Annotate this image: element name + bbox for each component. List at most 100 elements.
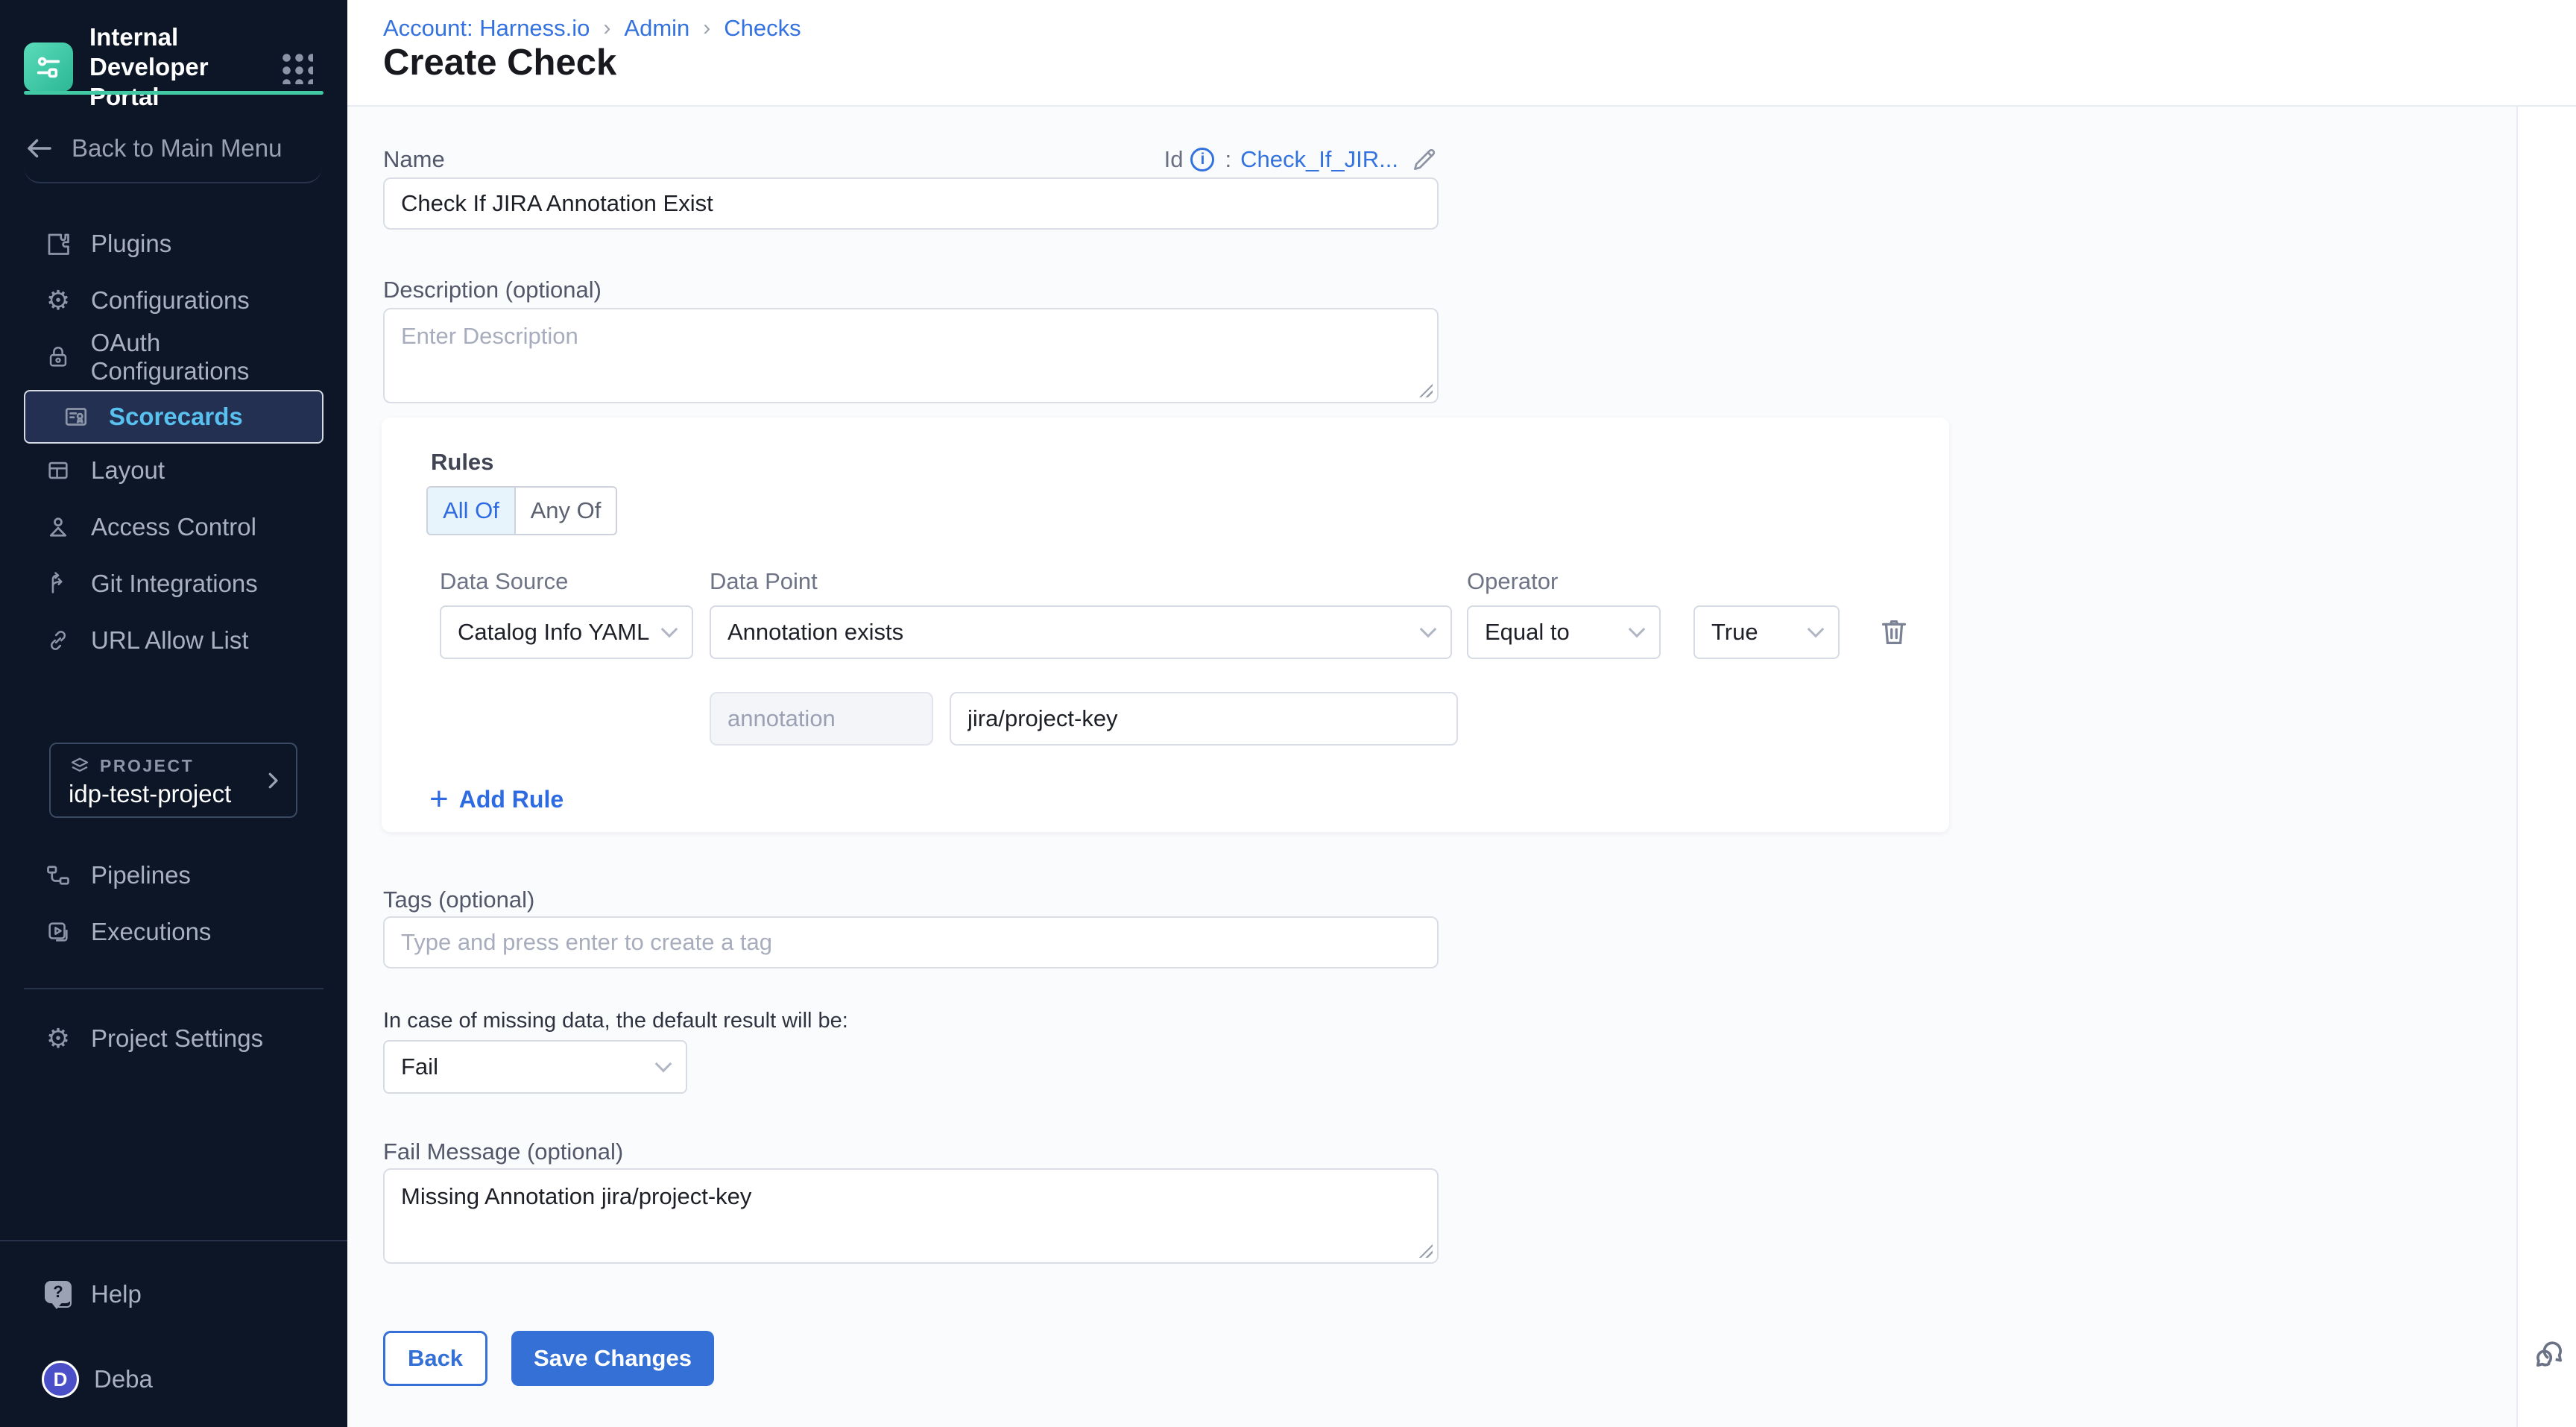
data-point-label: Data Point <box>710 568 818 595</box>
arrow-left-icon <box>24 133 55 164</box>
fail-message-label: Fail Message (optional) <box>383 1138 623 1165</box>
back-button[interactable]: Back <box>383 1331 487 1386</box>
layers-icon <box>69 755 91 777</box>
divider <box>0 1240 347 1241</box>
chevron-separator-icon: › <box>703 16 710 41</box>
sidebar-item-label: Project Settings <box>91 1024 263 1053</box>
toggle-all-of[interactable]: All Of <box>426 486 514 535</box>
right-gutter <box>2518 107 2576 1427</box>
sidebar-item-git-integrations[interactable]: Git Integrations <box>24 560 323 608</box>
user-name: Deba <box>94 1365 153 1393</box>
sidebar-item-help[interactable]: ? Help <box>24 1270 323 1318</box>
support-chat-icon[interactable] <box>2530 1335 2569 1373</box>
breadcrumb-checks[interactable]: Checks <box>724 15 801 42</box>
operator-value: Equal to <box>1485 619 1631 646</box>
idp-logo-icon <box>24 42 73 92</box>
check-id-link[interactable]: Check_If_JIR... <box>1240 146 1398 173</box>
chevron-separator-icon: › <box>603 16 610 41</box>
sidebar-item-access-control[interactable]: Access Control <box>24 503 323 551</box>
add-rule-label: Add Rule <box>459 786 564 813</box>
sidebar-item-project-settings[interactable]: ⚙ Project Settings <box>24 1015 323 1062</box>
gear-icon: ⚙ <box>45 1025 72 1052</box>
pipelines-icon <box>45 862 72 889</box>
toggle-any-of[interactable]: Any Of <box>514 486 617 535</box>
sidebar: Internal Developer Portal Back to Main M… <box>0 0 347 1427</box>
data-point-select[interactable]: Annotation exists <box>710 605 1452 659</box>
plugins-icon <box>45 230 72 257</box>
sidebar-item-label: Pipelines <box>91 861 191 889</box>
chevron-down-icon <box>661 621 678 638</box>
sidebar-item-label: Executions <box>91 918 211 946</box>
avatar: D <box>42 1361 79 1398</box>
help-label: Help <box>91 1280 142 1308</box>
project-label: PROJECT <box>100 756 194 776</box>
sidebar-item-label: Layout <box>91 456 165 485</box>
person-icon <box>45 514 72 541</box>
page-title: Create Check <box>383 42 616 84</box>
operator-label: Operator <box>1467 568 1558 595</box>
sidebar-item-scorecards[interactable]: Scorecards <box>24 390 323 444</box>
operator-target-value: True <box>1711 619 1810 646</box>
description-label: Description (optional) <box>383 277 602 303</box>
id-label: Id <box>1164 146 1184 173</box>
breadcrumb: Account: Harness.io › Admin › Checks <box>383 15 801 42</box>
sidebar-item-label: Configurations <box>91 286 250 315</box>
default-result-value: Fail <box>401 1053 657 1080</box>
chevron-down-icon <box>1808 621 1825 638</box>
chevron-down-icon <box>655 1056 672 1073</box>
fail-message-textarea[interactable]: Missing Annotation jira/project-key <box>383 1168 1439 1264</box>
breadcrumb-admin[interactable]: Admin <box>624 15 689 42</box>
module-grid-icon[interactable] <box>279 50 313 84</box>
chevron-down-icon <box>1420 621 1437 638</box>
sidebar-item-url-allow-list[interactable]: URL Allow List <box>24 617 323 664</box>
divider <box>24 988 323 989</box>
sidebar-item-label: Plugins <box>91 230 171 258</box>
sidebar-item-oauth-configurations[interactable]: OAuth Configurations <box>24 333 323 381</box>
accent-divider <box>24 91 323 95</box>
tags-label: Tags (optional) <box>383 886 534 913</box>
sidebar-item-plugins[interactable]: Plugins <box>24 220 323 268</box>
rules-label: Rules <box>431 449 493 476</box>
chevron-right-icon <box>262 769 284 792</box>
id-separator: : <box>1225 146 1231 173</box>
lock-icon <box>45 344 72 371</box>
rules-card: Rules All Of Any Of Data Source Data Poi… <box>382 418 1949 832</box>
executions-icon <box>45 919 72 945</box>
data-source-label: Data Source <box>440 568 568 595</box>
sidebar-item-configurations[interactable]: ⚙ Configurations <box>24 277 323 324</box>
name-input[interactable] <box>383 177 1439 230</box>
app-title: Internal Developer Portal <box>89 22 276 112</box>
gears-icon: ⚙ <box>45 287 72 314</box>
sidebar-item-pipelines[interactable]: Pipelines <box>24 851 323 899</box>
user-menu[interactable]: D Deba <box>24 1355 323 1403</box>
chevron-down-icon <box>1629 621 1646 638</box>
back-label: Back to Main Menu <box>72 134 282 163</box>
operator-target-select[interactable]: True <box>1693 605 1840 659</box>
annotation-key-input[interactable] <box>950 692 1458 746</box>
data-source-select[interactable]: Catalog Info YAML <box>440 605 693 659</box>
divider <box>24 163 322 183</box>
project-selector[interactable]: PROJECT idp-test-project <box>49 743 297 818</box>
sidebar-item-executions[interactable]: Executions <box>24 908 323 956</box>
breadcrumb-account[interactable]: Account: Harness.io <box>383 15 590 42</box>
edit-pencil-icon[interactable] <box>1410 145 1439 174</box>
git-branch-icon <box>45 570 72 597</box>
description-textarea[interactable] <box>383 308 1439 403</box>
project-name: idp-test-project <box>69 780 231 808</box>
missing-data-label: In case of missing data, the default res… <box>383 1009 848 1033</box>
info-icon[interactable]: i <box>1190 148 1214 171</box>
sidebar-item-layout[interactable]: Layout <box>24 447 323 494</box>
name-label: Name <box>383 146 445 173</box>
add-rule-button[interactable]: + Add Rule <box>429 784 564 814</box>
default-result-select[interactable]: Fail <box>383 1040 687 1094</box>
sidebar-item-label: OAuth Configurations <box>91 329 323 385</box>
delete-rule-trash-icon[interactable] <box>1877 614 1911 649</box>
help-chat-icon: ? <box>45 1281 72 1308</box>
back-to-main-menu[interactable]: Back to Main Menu <box>24 130 323 166</box>
sidebar-item-label: Scorecards <box>109 403 243 431</box>
main-area: Account: Harness.io › Admin › Checks Cre… <box>347 0 2576 1427</box>
annotation-type-input <box>710 692 933 746</box>
save-changes-button[interactable]: Save Changes <box>511 1331 714 1386</box>
operator-select[interactable]: Equal to <box>1467 605 1661 659</box>
tags-input[interactable] <box>383 916 1439 968</box>
